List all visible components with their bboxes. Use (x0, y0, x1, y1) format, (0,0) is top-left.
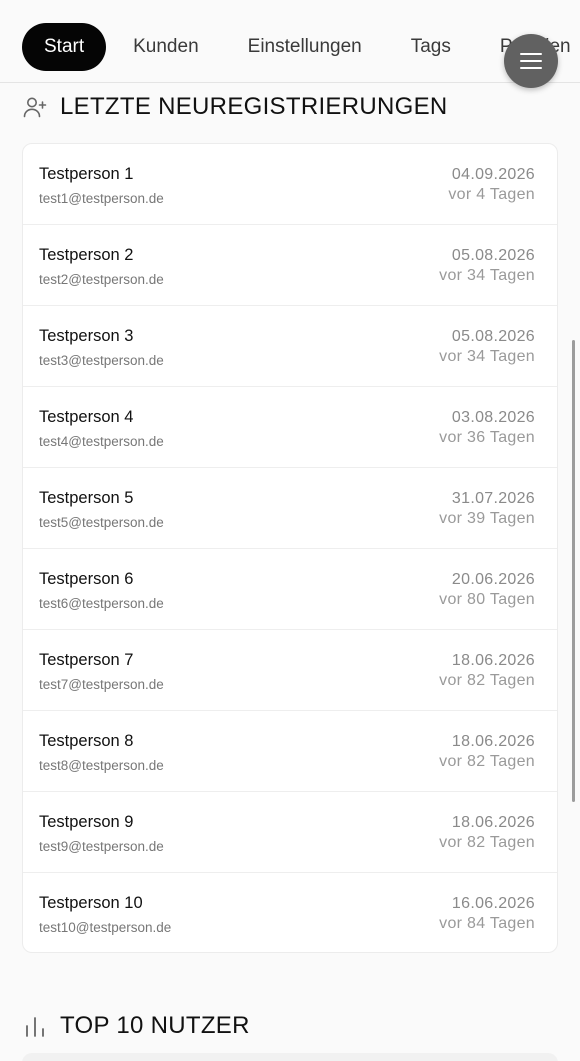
registrations-heading: LETZTE NEUREGISTRIERUNGEN (22, 93, 448, 121)
registration-date: 18.06.2026 (451, 733, 535, 750)
person-email: test2@testperson.de (39, 272, 164, 287)
registration-date: 16.06.2026 (451, 895, 535, 912)
list-item[interactable]: Testperson 4 test4@testperson.de 03.08.202… (23, 387, 557, 468)
bar-chart-icon (22, 1013, 48, 1039)
top-users-card (22, 1053, 558, 1061)
hamburger-icon (520, 53, 542, 69)
person-email: test10@testperson.de (39, 920, 172, 935)
person-email: test7@testperson.de (39, 677, 164, 692)
person-name: Testperson 2 (39, 246, 134, 264)
menu-button[interactable] (504, 34, 558, 88)
relative-time: vor 34 Tagen (439, 348, 535, 365)
list-item[interactable]: Testperson 7 test7@testperson.de 18.06.202… (23, 630, 557, 711)
registration-date: 03.08.2026 (451, 409, 535, 426)
relative-time: vor 4 Tagen (448, 186, 535, 203)
relative-time: vor 36 Tagen (439, 429, 535, 446)
person-email: test8@testperson.de (39, 758, 164, 773)
list-item[interactable]: Testperson 3 test3@testperson.de 05.08.202… (23, 306, 557, 387)
person-name: Testperson 7 (39, 651, 134, 669)
relative-time: vor 80 Tagen (439, 591, 535, 608)
list-item[interactable]: Testperson 9 test9@testperson.de 18.06.202… (23, 792, 557, 873)
registration-date: 20.06.2026 (451, 571, 535, 588)
dashboard-page: Start Kunden Einstellungen Tags Prämien … (0, 0, 580, 1061)
person-name: Testperson 6 (39, 570, 134, 588)
tab-kunden[interactable]: Kunden (111, 23, 221, 71)
registration-date: 05.08.2026 (451, 247, 535, 264)
person-email: test3@testperson.de (39, 353, 164, 368)
section-title: LETZTE NEUREGISTRIERUNGEN (60, 93, 448, 120)
relative-time: vor 39 Tagen (439, 510, 535, 527)
list-item[interactable]: Testperson 2 test2@testperson.de 05.08.202… (23, 225, 557, 306)
person-email: test9@testperson.de (39, 839, 164, 854)
list-item[interactable]: Testperson 1 test1@testperson.de 04.09.202… (23, 144, 557, 225)
registration-date: 31.07.2026 (451, 490, 535, 507)
relative-time: vor 84 Tagen (439, 915, 535, 932)
list-item[interactable]: Testperson 5 test5@testperson.de 31.07.202… (23, 468, 557, 549)
top-users-heading: TOP 10 NUTZER (22, 1012, 250, 1040)
registrations-list: Testperson 1 test1@testperson.de 04.09.202… (22, 143, 558, 953)
user-plus-icon (22, 94, 48, 120)
registration-date: 04.09.2026 (451, 166, 535, 183)
list-item[interactable]: Testperson 10 test10@testperson.de 16.06.2… (23, 873, 557, 952)
person-email: test6@testperson.de (39, 596, 164, 611)
relative-time: vor 82 Tagen (439, 672, 535, 689)
person-email: test4@testperson.de (39, 434, 164, 449)
tab-bar: Start Kunden Einstellungen Tags Prämien (22, 23, 580, 71)
list-item[interactable]: Testperson 8 test8@testperson.de 18.06.202… (23, 711, 557, 792)
person-name: Testperson 10 (39, 894, 143, 912)
person-name: Testperson 1 (39, 165, 134, 183)
person-email: test5@testperson.de (39, 515, 164, 530)
relative-time: vor 82 Tagen (439, 834, 535, 851)
list-item[interactable]: Testperson 6 test6@testperson.de 20.06.202… (23, 549, 557, 630)
person-name: Testperson 5 (39, 489, 134, 507)
scrollbar[interactable] (572, 340, 575, 802)
tab-start[interactable]: Start (22, 23, 107, 71)
person-name: Testperson 9 (39, 813, 134, 831)
person-name: Testperson 4 (39, 408, 134, 426)
person-name: Testperson 3 (39, 327, 134, 345)
relative-time: vor 34 Tagen (439, 267, 535, 284)
registration-date: 05.08.2026 (451, 328, 535, 345)
registration-date: 18.06.2026 (451, 814, 535, 831)
top-navigation: Start Kunden Einstellungen Tags Prämien (0, 0, 580, 83)
person-email: test1@testperson.de (39, 191, 164, 206)
registration-date: 18.06.2026 (451, 652, 535, 669)
tab-tags[interactable]: Tags (389, 23, 473, 71)
tab-einstellungen[interactable]: Einstellungen (226, 23, 384, 71)
section-title: TOP 10 NUTZER (60, 1012, 250, 1039)
relative-time: vor 82 Tagen (439, 753, 535, 770)
person-name: Testperson 8 (39, 732, 134, 750)
